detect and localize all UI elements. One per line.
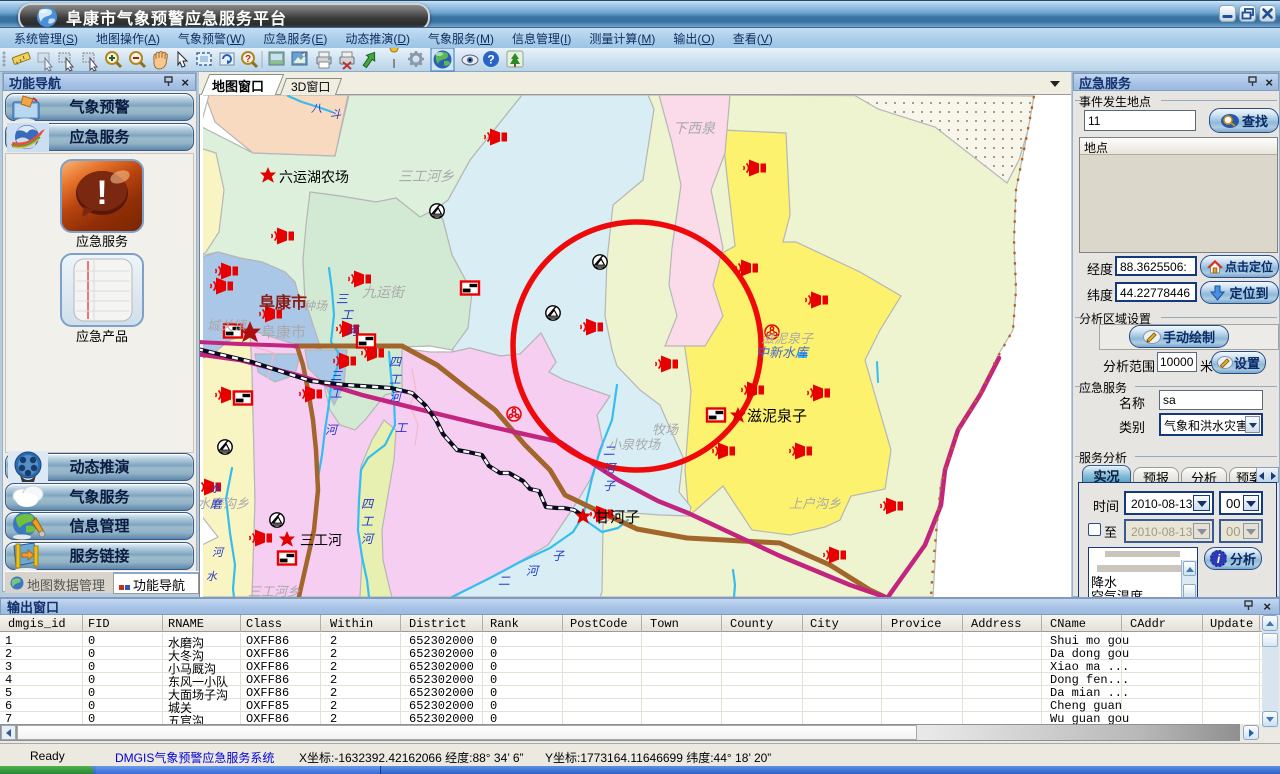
svg-text:子: 子 <box>603 479 616 493</box>
svg-text:工: 工 <box>361 514 374 528</box>
svg-text:阜康市: 阜康市 <box>261 324 306 341</box>
svg-text:工: 工 <box>395 421 408 435</box>
svg-text:三: 三 <box>330 369 343 383</box>
svg-text:水磨沟乡: 水磨沟乡 <box>200 496 249 511</box>
svg-text:八: 八 <box>311 103 322 115</box>
svg-text:河: 河 <box>346 324 360 338</box>
svg-text:四: 四 <box>361 497 375 511</box>
svg-text:上户沟乡: 上户沟乡 <box>789 496 841 511</box>
svg-text:三工河: 三工河 <box>300 532 342 548</box>
svg-text:四: 四 <box>389 355 403 369</box>
svg-text:阜康市: 阜康市 <box>259 293 307 312</box>
svg-text:滋泥泉子: 滋泥泉子 <box>761 331 814 346</box>
svg-text:斗: 斗 <box>330 108 342 121</box>
svg-text:六运湖农场: 六运湖农场 <box>279 169 349 185</box>
svg-text:城关镇: 城关镇 <box>207 318 248 333</box>
svg-text:河: 河 <box>325 423 339 437</box>
svg-text:种场: 种场 <box>303 299 328 313</box>
svg-text:九运街: 九运街 <box>362 284 406 300</box>
svg-text:甘河子: 甘河子 <box>595 509 640 526</box>
svg-text:中新水库: 中新水库 <box>756 345 810 360</box>
svg-text:河: 河 <box>389 390 403 404</box>
svg-text:工: 工 <box>389 372 402 386</box>
svg-text:?: ? <box>245 54 251 65</box>
svg-text:子: 子 <box>552 549 565 563</box>
svg-text:河: 河 <box>526 564 540 578</box>
svg-text:!: ! <box>96 174 107 212</box>
svg-text:三工河乡: 三工河乡 <box>398 168 454 184</box>
svg-text:?: ? <box>487 53 494 67</box>
svg-text:河: 河 <box>603 461 617 475</box>
svg-text:工: 工 <box>330 386 343 400</box>
svg-text:三: 三 <box>336 292 349 306</box>
svg-text:小泉牧场: 小泉牧场 <box>608 437 661 452</box>
svg-text:二: 二 <box>603 444 616 458</box>
svg-text:三工河乡: 三工河乡 <box>248 584 300 597</box>
svg-text:工: 工 <box>341 308 354 322</box>
svg-text:河: 河 <box>361 532 375 546</box>
svg-text:水: 水 <box>210 482 222 495</box>
svg-text:滋泥泉子: 滋泥泉子 <box>747 408 807 425</box>
svg-text:水: 水 <box>206 570 218 583</box>
svg-text:下西泉: 下西泉 <box>673 120 716 136</box>
svg-text:牧场: 牧场 <box>652 422 679 437</box>
svg-text:二: 二 <box>498 574 511 588</box>
